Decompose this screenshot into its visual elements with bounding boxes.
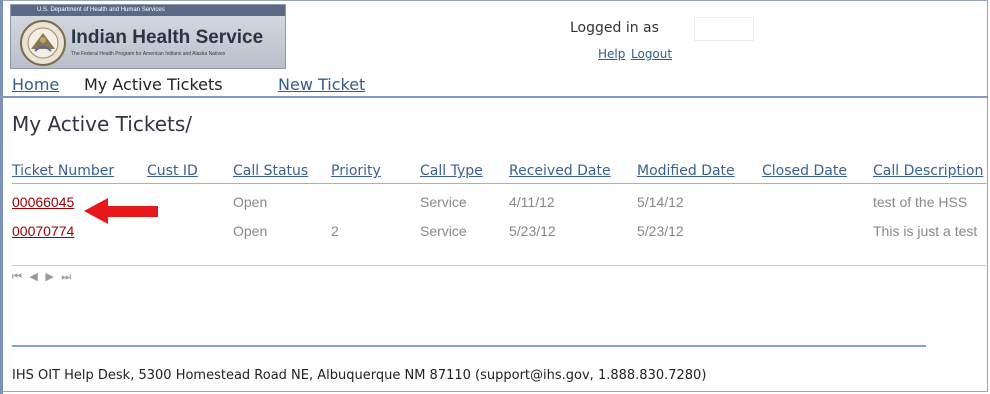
page-title: My Active Tickets/: [12, 112, 192, 136]
col-header-received-date[interactable]: Received Date: [509, 163, 611, 179]
col-header-modified-date[interactable]: Modified Date: [637, 163, 735, 179]
call-description-cell: This is just a test: [873, 223, 978, 239]
nav-current-page: My Active Tickets: [84, 75, 223, 94]
col-header-call-status[interactable]: Call Status: [233, 163, 308, 179]
call-type-cell: Service: [420, 194, 467, 210]
user-name-box: [694, 17, 754, 41]
call-status-cell: Open: [233, 223, 268, 239]
col-header-priority[interactable]: Priority: [331, 163, 381, 179]
logged-in-label: Logged in as: [570, 20, 659, 36]
ticket-number-link[interactable]: 00066045: [12, 194, 74, 210]
logo-title: Indian Health Service: [71, 27, 264, 48]
received-date-cell: 4/11/12: [509, 194, 555, 210]
left-border: [0, 0, 3, 394]
modified-date-cell: 5/14/12: [637, 194, 684, 210]
col-header-ticket-number[interactable]: Ticket Number: [12, 163, 114, 179]
nav-divider: [0, 96, 988, 98]
received-date-cell: 5/23/12: [509, 223, 556, 239]
footer-divider: [12, 345, 926, 347]
logo-tagline: The Federal Health Program for American …: [71, 51, 226, 57]
ticket-number-link[interactable]: 00070774: [12, 223, 74, 239]
modified-date-cell: 5/23/12: [637, 223, 684, 239]
col-header-call-description[interactable]: Call Description: [873, 163, 983, 179]
call-description-cell: test of the HSS: [873, 194, 968, 210]
call-status-cell: Open: [233, 194, 268, 210]
help-link[interactable]: Help: [598, 47, 625, 61]
table-header-divider: [12, 183, 988, 184]
red-pointer-arrow-icon: [84, 198, 158, 224]
pager-controls-icon[interactable]: ⏮ ◀ ▶ ⏭: [12, 270, 73, 284]
nav-new-ticket-link[interactable]: New Ticket: [278, 75, 365, 94]
ihs-seal-icon: [20, 20, 66, 66]
col-header-cust-id[interactable]: Cust ID: [147, 163, 198, 179]
nav-home-link[interactable]: Home: [12, 75, 59, 94]
logout-link[interactable]: Logout: [631, 47, 672, 61]
col-header-closed-date[interactable]: Closed Date: [762, 163, 847, 179]
pager-divider: [12, 265, 988, 266]
footer-contact-text: IHS OIT Help Desk, 5300 Homestead Road N…: [12, 368, 707, 383]
ihs-logo-banner[interactable]: U.S. Department of Health and Human Serv…: [10, 4, 286, 69]
logo-department-text: U.S. Department of Health and Human Serv…: [37, 7, 165, 13]
col-header-call-type[interactable]: Call Type: [420, 163, 483, 179]
call-type-cell: Service: [420, 223, 467, 239]
priority-cell: 2: [331, 223, 339, 239]
